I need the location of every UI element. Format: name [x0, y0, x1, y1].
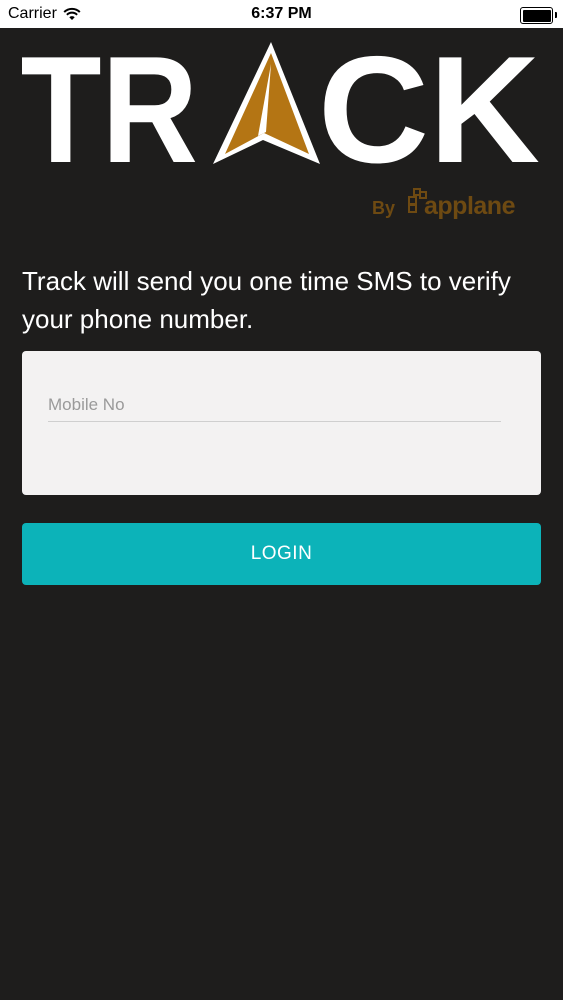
login-form-card — [22, 351, 541, 495]
sms-info-text: Track will send you one time SMS to veri… — [22, 266, 511, 334]
logo-text-left: TR — [22, 36, 198, 176]
track-logo: TR CK — [22, 36, 540, 176]
byline-brand: applane — [424, 192, 515, 220]
byline-by: By — [372, 198, 396, 218]
mobile-number-input[interactable] — [48, 389, 501, 422]
logo-text-right: CK — [318, 36, 540, 176]
arrow-icon — [213, 42, 320, 164]
battery-icon — [520, 7, 557, 24]
login-button[interactable]: LOGIN — [22, 523, 541, 585]
byline: By applane — [372, 184, 547, 224]
status-bar: Carrier 6:37 PM — [0, 0, 563, 28]
status-time: 6:37 PM — [251, 5, 312, 22]
